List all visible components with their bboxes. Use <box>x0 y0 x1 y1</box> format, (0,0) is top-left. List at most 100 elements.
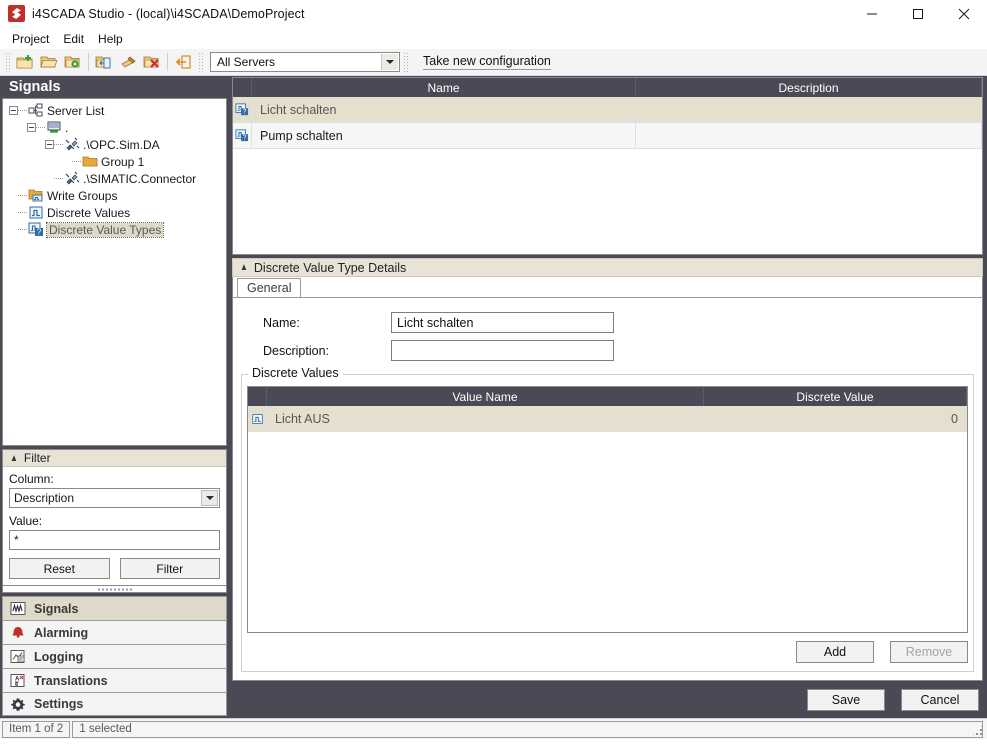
sidebar-item-signals[interactable]: Signals <box>2 596 227 620</box>
table-row[interactable]: ? Licht schalten <box>233 97 982 123</box>
tree-spacer <box>9 208 18 217</box>
server-selector[interactable]: All Servers <box>210 52 400 72</box>
svg-text:?: ? <box>37 227 42 236</box>
menu-bar: Project Edit Help <box>0 28 987 49</box>
tree-toggle-icon[interactable] <box>45 140 54 149</box>
tree-item-label: Write Groups <box>47 189 117 203</box>
name-label: Name: <box>241 316 391 330</box>
tree-item-group-1[interactable]: Group 1 <box>3 153 226 170</box>
tree-connector <box>54 144 64 145</box>
tree-item-discrete-value-types[interactable]: ? Discrete Value Types <box>3 221 226 238</box>
close-icon[interactable] <box>941 0 987 28</box>
tree-item-write-groups[interactable]: Write Groups <box>3 187 226 204</box>
table-cell-description <box>636 97 982 122</box>
take-new-configuration-button[interactable]: Take new configuration <box>423 54 551 70</box>
alarm-bell-icon <box>9 625 26 641</box>
name-row: Name: Licht schalten <box>241 312 974 333</box>
discrete-value-types-grid[interactable]: Name Description ? Licht schalten <box>232 77 983 255</box>
filter-panel: ▲ Filter Column: Description Value: * Re… <box>2 449 227 586</box>
filter-value-text: * <box>14 533 19 547</box>
filter-column-label: Column: <box>9 472 220 486</box>
chevron-up-icon[interactable]: ▲ <box>240 262 248 273</box>
tree-item-label: Discrete Value Types <box>47 223 163 237</box>
tab-general[interactable]: General <box>237 278 301 297</box>
folder-new-icon[interactable] <box>13 51 37 74</box>
menu-item-edit[interactable]: Edit <box>56 30 91 48</box>
sidebar-item-label: Alarming <box>34 626 88 640</box>
gear-icon <box>9 696 26 712</box>
chevron-up-icon[interactable]: ▲ <box>10 453 18 464</box>
chevron-down-icon[interactable] <box>381 54 398 70</box>
details-header[interactable]: ▲ Discrete Value Type Details <box>232 258 983 277</box>
filter-header[interactable]: ▲ Filter <box>3 450 226 467</box>
tree-connector <box>18 195 28 196</box>
folder-import-icon[interactable] <box>92 51 116 74</box>
tree-item-server-list[interactable]: Server List <box>3 102 226 119</box>
discrete-values-actions: Add Remove <box>247 641 968 663</box>
folder-delete-icon[interactable] <box>140 51 164 74</box>
tree-toggle-icon[interactable] <box>9 106 18 115</box>
table-cell-description <box>636 123 982 148</box>
save-button[interactable]: Save <box>807 689 885 711</box>
tree-item-label: . <box>65 121 68 135</box>
add-button[interactable]: Add <box>796 641 874 663</box>
inner-grid-header-discrete-value[interactable]: Discrete Value <box>704 387 967 406</box>
right-panel: Name Description ? Licht schalten <box>231 76 987 718</box>
menu-item-help[interactable]: Help <box>91 30 130 48</box>
tree-connector <box>18 110 28 111</box>
folder-check-icon[interactable] <box>61 51 85 74</box>
name-field[interactable]: Licht schalten <box>391 312 614 333</box>
sidebar-item-label: Signals <box>34 602 78 616</box>
grid-header-description[interactable]: Description <box>636 78 982 97</box>
tree-toggle-icon[interactable] <box>27 123 36 132</box>
toolbar-grip-3[interactable] <box>402 53 409 72</box>
sidebar-item-settings[interactable]: Settings <box>2 692 227 716</box>
hammer-icon[interactable] <box>116 51 140 74</box>
inner-grid-header-value-name[interactable]: Value Name <box>267 387 704 406</box>
server-list-icon <box>28 103 44 118</box>
tree-item-opc-sim-da[interactable]: .\OPC.Sim.DA <box>3 136 226 153</box>
discrete-values-groupbox: Discrete Values Value Name Discrete Valu… <box>241 374 974 672</box>
folder-open-icon[interactable] <box>37 51 61 74</box>
write-groups-icon <box>28 188 44 203</box>
sidebar-item-alarming[interactable]: Alarming <box>2 620 227 644</box>
status-bar: Item 1 of 2 1 selected <box>0 718 987 739</box>
discrete-values-icon <box>28 205 44 220</box>
panel-splitter[interactable] <box>2 586 227 593</box>
signals-tree[interactable]: Server List . <box>2 98 227 446</box>
discrete-value-icon <box>248 406 267 431</box>
menu-item-project[interactable]: Project <box>5 30 56 48</box>
minimize-icon[interactable] <box>849 0 895 28</box>
toolbar-grip[interactable] <box>4 53 11 72</box>
filter-column-select[interactable]: Description <box>9 488 220 508</box>
inner-grid-header-icon-column <box>248 387 267 406</box>
tree-spacer <box>9 225 18 234</box>
table-row[interactable]: ? Pump schalten <box>233 123 982 149</box>
tree-item-simatic-connector[interactable]: .\SIMATIC.Connector <box>3 170 226 187</box>
maximize-icon[interactable] <box>895 0 941 28</box>
tree-item-local-server[interactable]: . <box>3 119 226 136</box>
toolbar-grip-2[interactable] <box>197 53 204 72</box>
reset-button[interactable]: Reset <box>9 558 110 579</box>
discrete-values-grid[interactable]: Value Name Discrete Value Licht AUS 0 <box>247 386 968 633</box>
details-header-label: Discrete Value Type Details <box>254 261 406 275</box>
tree-connector <box>36 127 46 128</box>
title-bar: i4SCADA Studio - (local)\i4SCADA\DemoPro… <box>0 0 987 28</box>
sidebar-item-logging[interactable]: Logging <box>2 644 227 668</box>
table-cell-name: Pump schalten <box>252 123 636 148</box>
server-selector-value: All Servers <box>211 55 275 69</box>
discrete-value-type-icon: ? <box>233 123 252 148</box>
cancel-button[interactable]: Cancel <box>901 689 979 711</box>
tree-item-discrete-values[interactable]: Discrete Values <box>3 204 226 221</box>
exit-arrow-icon[interactable] <box>171 51 195 74</box>
grid-header-name[interactable]: Name <box>252 78 636 97</box>
sidebar-item-translations[interactable]: A ह Translations <box>2 668 227 692</box>
filter-value-label: Value: <box>9 514 220 528</box>
filter-button[interactable]: Filter <box>120 558 221 579</box>
list-item[interactable]: Licht AUS 0 <box>248 406 967 432</box>
tree-connector <box>18 212 28 213</box>
toolbar: All Servers Take new configuration <box>0 49 987 76</box>
chevron-down-icon[interactable] <box>201 490 218 506</box>
description-field[interactable] <box>391 340 614 361</box>
filter-value-input[interactable]: * <box>9 530 220 550</box>
